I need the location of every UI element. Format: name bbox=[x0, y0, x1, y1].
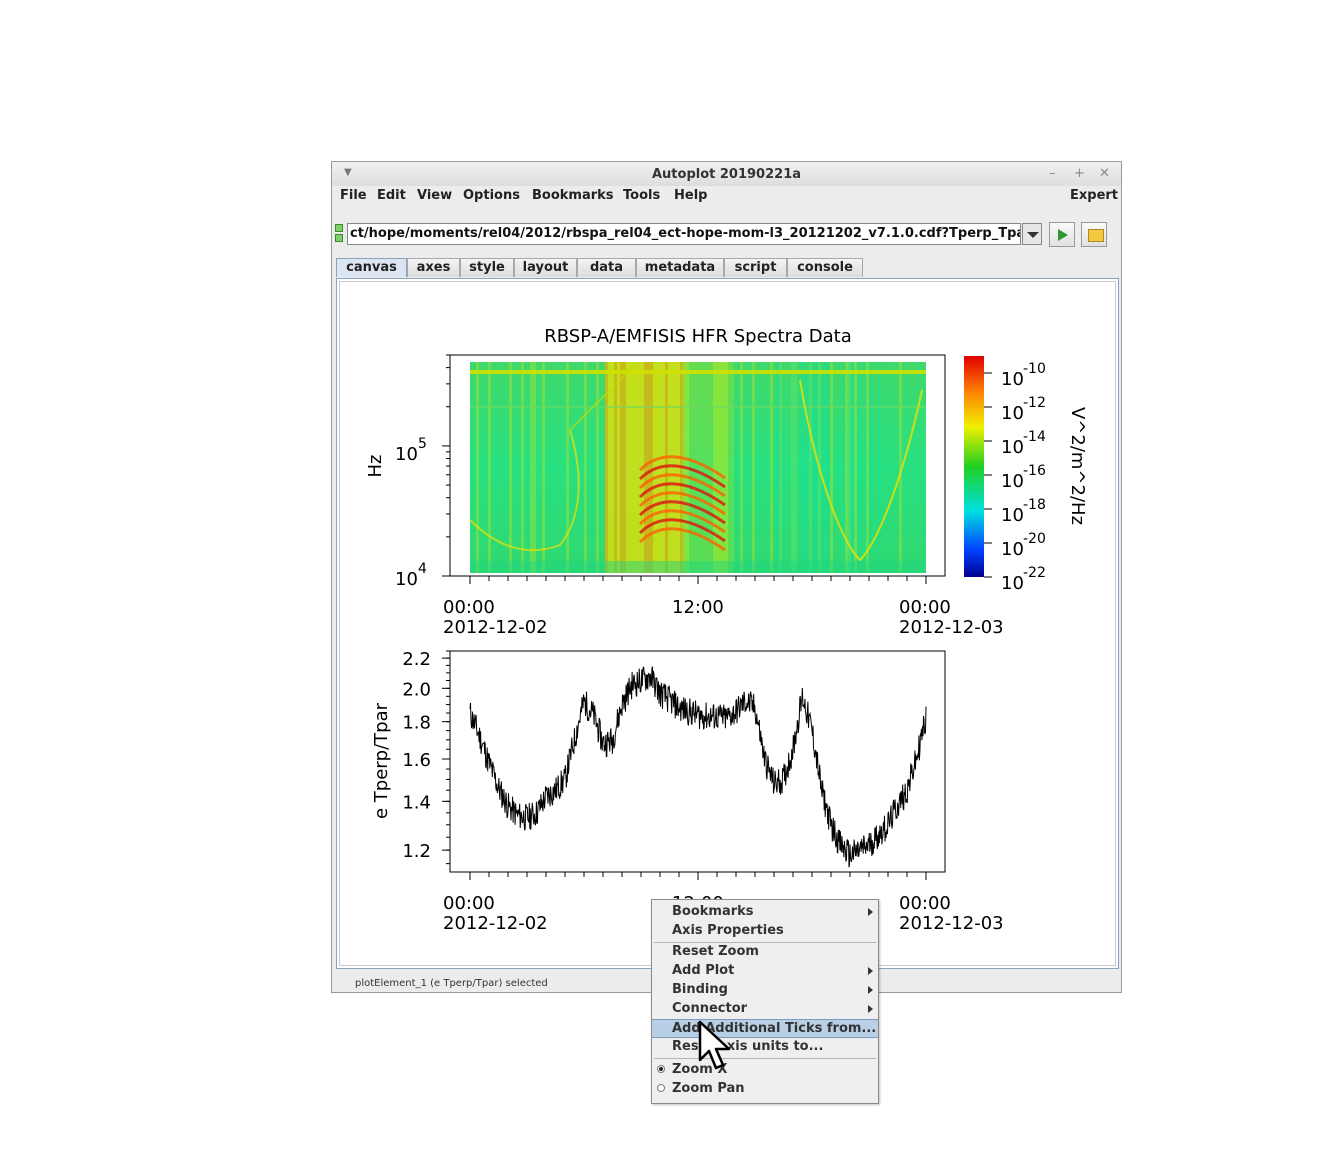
svg-text:00:00: 00:00 bbox=[443, 893, 495, 914]
colorbar-tick-exponent: -18 bbox=[1023, 497, 1046, 513]
colorbar-tick-exponent: -16 bbox=[1023, 463, 1046, 479]
colorbar-tick-label: 10 bbox=[1001, 573, 1024, 594]
svg-text:00:00: 00:00 bbox=[443, 597, 495, 618]
spectrogram-y-minor-ticks bbox=[442, 354, 450, 577]
ctx-binding[interactable]: Binding bbox=[652, 981, 878, 1000]
lineplot-ytick-label: 1.4 bbox=[402, 792, 431, 813]
colorbar-tick-label: 10 bbox=[1001, 471, 1024, 492]
radio-unselected-icon bbox=[657, 1084, 665, 1092]
svg-text:12:00: 12:00 bbox=[672, 597, 724, 618]
submenu-arrow-icon bbox=[868, 967, 873, 975]
ctx-zoom-pan[interactable]: Zoom Pan bbox=[652, 1080, 878, 1099]
tperp-tpar-panel[interactable]: 1.2 1.4 1.6 1.8 2.0 2.2 e Tperp/Tpar 00:00 20… bbox=[371, 649, 1004, 934]
svg-text:4: 4 bbox=[418, 561, 427, 577]
ctx-reset-axis-units[interactable]: Reset axis units to... bbox=[652, 1038, 878, 1057]
spectrogram-image bbox=[469, 362, 926, 573]
lineplot-x-ticks bbox=[469, 872, 927, 880]
ctx-zoom-x[interactable]: Zoom X bbox=[652, 1061, 878, 1080]
spectrogram-x-ticks bbox=[469, 576, 927, 584]
submenu-arrow-icon bbox=[868, 1005, 873, 1013]
colorbar-tick-label: 10 bbox=[1001, 403, 1024, 424]
colorbar-tick-exponent: -20 bbox=[1023, 531, 1046, 547]
mouse-pointer-icon bbox=[698, 1020, 731, 1070]
svg-text:00:00: 00:00 bbox=[899, 893, 951, 914]
ctx-add-additional-ticks[interactable]: Add Additional Ticks from... bbox=[652, 1019, 878, 1038]
lineplot-ytick-label: 1.8 bbox=[402, 713, 431, 734]
lineplot-xtick-label-0: 00:00 2012-12-02 bbox=[443, 893, 548, 934]
colorbar-tick-label: 10 bbox=[1001, 505, 1024, 526]
ctx-separator bbox=[654, 1058, 876, 1059]
spectrogram-ytick-1e5: 10 5 bbox=[395, 436, 427, 465]
submenu-arrow-icon bbox=[868, 908, 873, 916]
context-menu: Bookmarks Axis Properties Reset Zoom Add… bbox=[651, 899, 879, 1104]
colorbar-tick-label: 10 bbox=[1001, 437, 1024, 458]
lineplot-ytick-label: 2.2 bbox=[402, 649, 431, 670]
lineplot-ytick-label: 1.2 bbox=[402, 841, 431, 862]
ctx-reset-zoom[interactable]: Reset Zoom bbox=[652, 943, 878, 962]
lineplot-xtick-label-2: 00:00 2012-12-03 bbox=[899, 893, 1004, 934]
lineplot-y-ticks: 1.2 1.4 1.6 1.8 2.0 2.2 bbox=[402, 649, 450, 865]
spectrogram-ylabel: Hz bbox=[365, 455, 386, 478]
colorbar-label: V^2/m^2/Hz bbox=[1067, 407, 1088, 525]
radio-selected-icon bbox=[657, 1065, 665, 1073]
spectrogram-title: RBSP-A/EMFISIS HFR Spectra Data bbox=[544, 326, 851, 347]
colorbar-tick-exponent: -22 bbox=[1023, 565, 1046, 581]
lineplot-ytick-label: 2.0 bbox=[402, 679, 431, 700]
colorbar-tick-exponent: -12 bbox=[1023, 395, 1046, 411]
ctx-connector[interactable]: Connector bbox=[652, 1000, 878, 1019]
lineplot-ylabel: e Tperp/Tpar bbox=[371, 702, 392, 819]
svg-text:10: 10 bbox=[395, 444, 418, 465]
svg-text:2012-12-03: 2012-12-03 bbox=[899, 913, 1004, 934]
svg-text:00:00: 00:00 bbox=[899, 597, 951, 618]
spectrogram-panel[interactable]: RBSP-A/EMFISIS HFR Spectra Data Hz 10 5 … bbox=[365, 326, 1088, 638]
colorbar-tick-exponent: -10 bbox=[1023, 361, 1046, 377]
spectrogram-xtick-label-2: 00:00 2012-12-03 bbox=[899, 597, 1004, 638]
spectrogram-xtick-label-0: 00:00 2012-12-02 bbox=[443, 597, 548, 638]
colorbar-tick-exponent: -14 bbox=[1023, 429, 1046, 445]
ctx-add-plot[interactable]: Add Plot bbox=[652, 962, 878, 981]
colorbar-ticks: 10 -1010 -1210 -1410 -1610 -1810 -2010 -22 bbox=[984, 361, 1046, 594]
ctx-axis-properties[interactable]: Axis Properties bbox=[652, 922, 878, 941]
colorbar[interactable] bbox=[964, 356, 984, 577]
submenu-arrow-icon bbox=[868, 986, 873, 994]
spectrogram-ytick-1e4: 10 4 bbox=[395, 561, 427, 590]
svg-text:2012-12-03: 2012-12-03 bbox=[899, 617, 1004, 638]
lineplot-ytick-label: 1.6 bbox=[402, 750, 431, 771]
svg-text:10: 10 bbox=[395, 569, 418, 590]
spectrogram-xtick-label-1: 12:00 bbox=[672, 597, 724, 618]
colorbar-tick-label: 10 bbox=[1001, 539, 1024, 560]
svg-text:2012-12-02: 2012-12-02 bbox=[443, 617, 548, 638]
svg-text:2012-12-02: 2012-12-02 bbox=[443, 913, 548, 934]
colorbar-tick-label: 10 bbox=[1001, 369, 1024, 390]
svg-text:5: 5 bbox=[418, 436, 427, 452]
ctx-bookmarks[interactable]: Bookmarks bbox=[652, 903, 878, 922]
